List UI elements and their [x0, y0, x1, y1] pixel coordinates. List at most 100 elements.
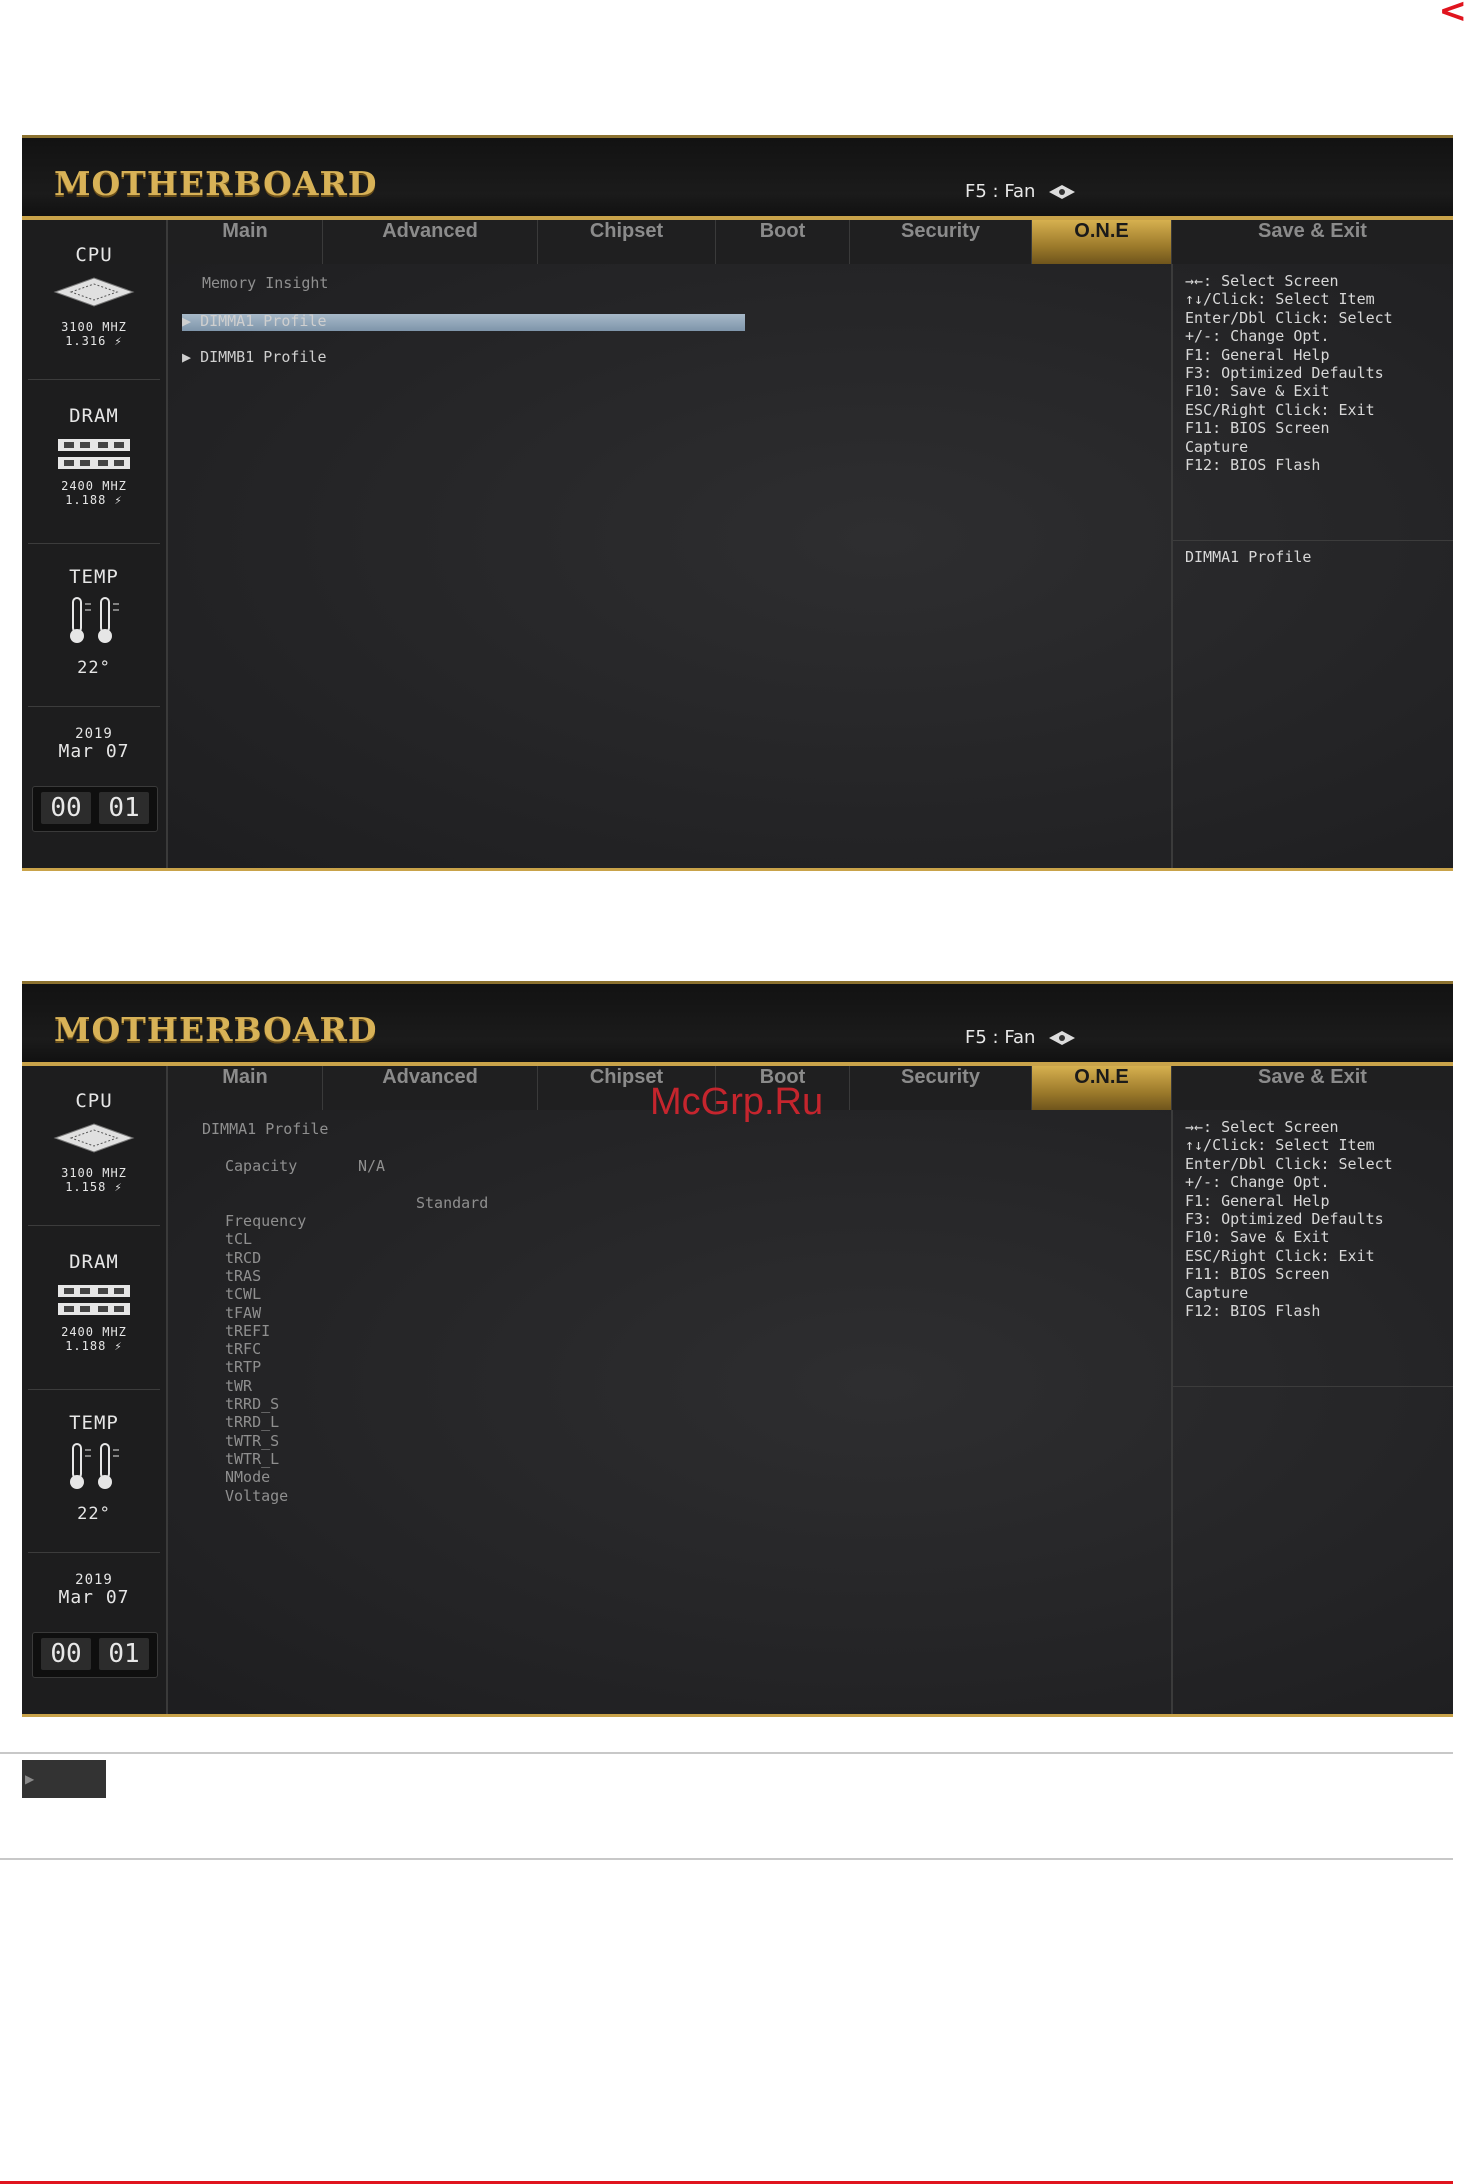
year: 2019 — [75, 726, 113, 742]
brand-logo: MOTHERBOARD — [54, 1010, 378, 1049]
watermark-text: McGrp.Ru — [650, 1081, 824, 1123]
timing-row: tREFI — [225, 1321, 271, 1340]
sidebar-separator — [28, 706, 160, 707]
dram-voltage: 1.188 ⚡ — [65, 493, 123, 507]
timing-row: tRCD — [225, 1248, 262, 1267]
tab-main[interactable]: Main — [168, 220, 323, 264]
month-day: Mar 07 — [58, 741, 130, 762]
cpu-label: CPU — [75, 1090, 113, 1112]
dram-module-icon — [58, 439, 130, 469]
temp-status: TEMP 22° — [22, 566, 166, 678]
capacity-label: Capacity — [225, 1157, 298, 1175]
clock-minutes: 01 — [99, 1638, 149, 1670]
thermometer-icon — [70, 597, 119, 643]
timing-row: tCL — [225, 1230, 253, 1249]
clock-hours: 00 — [41, 792, 91, 824]
main-content: Memory Insight ▶ DIMMA1 Profile ▶ DIMMB1… — [168, 264, 1170, 868]
temp-label: TEMP — [69, 566, 119, 588]
help-panel: →←: Select Screen ↑↓/Click: Select Item En… — [1173, 264, 1453, 868]
tab-bar: Main Advanced Chipset Boot Security O.N.… — [168, 220, 1453, 264]
standard-column-header: Standard — [416, 1194, 489, 1212]
temperature-value: 22° — [77, 1504, 111, 1524]
clock-hours: 00 — [41, 1638, 91, 1670]
timing-row: tWTR_S — [225, 1431, 280, 1450]
tab-main[interactable]: Main — [168, 1066, 323, 1110]
temperature-value: 22° — [77, 658, 111, 678]
section-title: Memory Insight — [202, 274, 329, 292]
section-title: DIMMA1 Profile — [202, 1120, 329, 1138]
help-panel: →←: Select Screen ↑↓/Click: Select Item En… — [1173, 1110, 1453, 1714]
dram-module-icon — [58, 1285, 130, 1315]
timing-row: tWTR_L — [225, 1449, 280, 1468]
time-display: 00 01 — [32, 1632, 158, 1678]
tab-advanced[interactable]: Advanced — [323, 1066, 538, 1110]
timing-row: tWR — [225, 1376, 253, 1395]
sidebar-separator — [28, 1389, 160, 1390]
dram-label: DRAM — [69, 405, 119, 427]
cpu-frequency: 3100 MHZ — [61, 320, 127, 334]
fan-hotkey[interactable]: F5 : Fan — [965, 1027, 1077, 1048]
cpu-label: CPU — [75, 244, 113, 266]
timing-row: NMode — [225, 1468, 271, 1487]
cpu-status: CPU 3100 MHZ 1.158 ⚡ — [22, 1090, 166, 1194]
note-rule-bottom — [0, 1858, 1453, 1860]
timing-row: tRFC — [225, 1340, 262, 1359]
timing-row: Voltage — [225, 1486, 289, 1505]
cpu-status: CPU 3100 MHZ 1.316 ⚡ — [22, 244, 166, 348]
temp-label: TEMP — [69, 1412, 119, 1434]
status-sidebar: CPU 3100 MHZ 1.158 ⚡ DRAM 2400 MHZ 1.188… — [22, 1066, 168, 1714]
tab-security[interactable]: Security — [850, 220, 1032, 264]
menu-item-dimma1[interactable]: ▶ DIMMA1 Profile — [182, 312, 327, 330]
dram-label: DRAM — [69, 1251, 119, 1273]
status-sidebar: CPU 3100 MHZ 1.316 ⚡ DRAM 2400 MHZ 1.188… — [22, 220, 168, 868]
dram-frequency: 2400 MHZ — [61, 1325, 127, 1339]
item-description: DIMMA1 Profile — [1185, 548, 1312, 566]
help-separator — [1173, 1386, 1453, 1387]
dram-status: DRAM 2400 MHZ 1.188 ⚡ — [22, 1251, 166, 1353]
key-help-list: →←: Select Screen ↑↓/Click: Select Item En… — [1185, 1118, 1393, 1321]
timing-row: tRTP — [225, 1358, 262, 1377]
timing-row: tCWL — [225, 1285, 262, 1304]
tab-chipset[interactable]: Chipset — [538, 220, 716, 264]
key-help-list: →←: Select Screen ↑↓/Click: Select Item En… — [1185, 272, 1393, 475]
cpu-chip-icon — [53, 277, 135, 307]
capacity-value: N/A — [358, 1157, 386, 1175]
note-tag: ▶ — [22, 1760, 106, 1798]
month-day: Mar 07 — [58, 1587, 130, 1608]
dram-status: DRAM 2400 MHZ 1.188 ⚡ — [22, 405, 166, 507]
tab-save-exit[interactable]: Save & Exit — [1172, 220, 1453, 264]
temp-status: TEMP 22° — [22, 1412, 166, 1524]
tab-one[interactable]: O.N.E — [1032, 220, 1172, 264]
timing-row: tFAW — [225, 1303, 262, 1322]
year: 2019 — [75, 1572, 113, 1588]
dram-frequency: 2400 MHZ — [61, 479, 127, 493]
tab-one[interactable]: O.N.E — [1032, 1066, 1172, 1110]
note-rule-top — [0, 1752, 1453, 1754]
help-separator — [1173, 540, 1453, 541]
note-triangle-icon: ▶ — [25, 1772, 35, 1786]
brand-logo: MOTHERBOARD — [54, 164, 378, 203]
dram-voltage: 1.188 ⚡ — [65, 1339, 123, 1353]
timing-row: tRAS — [225, 1266, 262, 1285]
timing-row: tRRD_S — [225, 1395, 280, 1413]
clock-minutes: 01 — [99, 792, 149, 824]
time-display: 00 01 — [32, 786, 158, 832]
timing-row: tRRD_L — [225, 1413, 280, 1432]
bios-header: MOTHERBOARD F5 : Fan — [22, 984, 1453, 1064]
fan-hotkey[interactable]: F5 : Fan — [965, 181, 1077, 202]
date-display: 2019 Mar 07 — [22, 1573, 166, 1608]
main-content: DIMMA1 Profile Capacity N/A Standard Fre… — [168, 1110, 1170, 1714]
menu-item-dimmb1[interactable]: ▶ DIMMB1 Profile — [182, 348, 327, 366]
bios-header: MOTHERBOARD F5 : Fan — [22, 138, 1453, 218]
bios-screen-memory-insight: MOTHERBOARD F5 : Fan CPU 3100 MHZ 1.316 … — [22, 135, 1453, 871]
fan-label: F5 : Fan — [965, 1027, 1036, 1048]
tab-boot[interactable]: Boot — [716, 220, 850, 264]
thermometer-icon — [70, 1443, 119, 1489]
cpu-voltage: 1.158 ⚡ — [65, 1180, 123, 1194]
sidebar-separator — [28, 1225, 160, 1226]
tab-advanced[interactable]: Advanced — [323, 220, 538, 264]
sidebar-separator — [28, 379, 160, 380]
tab-security[interactable]: Security — [850, 1066, 1032, 1110]
tab-save-exit[interactable]: Save & Exit — [1172, 1066, 1453, 1110]
date-display: 2019 Mar 07 — [22, 727, 166, 762]
